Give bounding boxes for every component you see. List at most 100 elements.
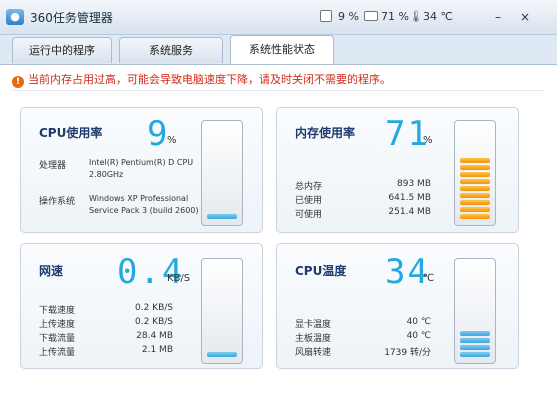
meter-segment [460, 317, 490, 322]
memory-available-value: 251.4 MB [388, 207, 431, 217]
window-title: 360任务管理器 [30, 11, 113, 25]
cpu-usage-unit: % [167, 135, 177, 146]
meter-segment [207, 144, 237, 149]
memory-used-value: 641.5 MB [388, 193, 431, 203]
gpu-temp-label: 显卡温度 [295, 320, 332, 330]
meter-segment [207, 207, 237, 212]
meter-segment [207, 289, 237, 294]
tab-running-programs[interactable]: 运行中的程序 [12, 37, 112, 63]
meter-segment [207, 186, 237, 191]
meter-segment [207, 275, 237, 280]
download-traffic-value: 28.4 MB [136, 331, 173, 341]
network-speed-meter [201, 258, 243, 364]
divider [12, 90, 545, 91]
cpu-temperature-unit: ℃ [423, 273, 435, 284]
meter-segment [207, 158, 237, 163]
memory-panel-title: 内存使用率 [295, 126, 356, 140]
gpu-temp-value: 40 ℃ [406, 317, 431, 327]
os-value: Windows XP Professional Service Pack 3 (… [89, 193, 199, 217]
meter-segment [460, 331, 490, 336]
cpu-usage-value: 9 [147, 114, 170, 154]
titlebar-temp-stat: 34 ℃ [423, 10, 453, 23]
meter-segment [460, 282, 490, 287]
network-speed-panel: 网速 0.4 KB/S 下载速度 0.2 KB/S 上传速度 0.2 KB/S … [20, 243, 263, 369]
upload-speed-label: 上传速度 [39, 320, 76, 330]
meter-segment [460, 158, 490, 163]
memory-total-value: 893 MB [397, 179, 431, 189]
cpu-chip-icon [320, 10, 332, 22]
warning-text: 当前内存占用过高，可能会导致电脑速度下降，请及时关闭不需要的程序。 [28, 73, 391, 86]
meter-segment [460, 165, 490, 170]
memory-usage-value: 71 [385, 114, 430, 154]
upload-traffic-value: 2.1 MB [141, 345, 173, 355]
meter-segment [460, 303, 490, 308]
meter-segment [460, 352, 490, 357]
board-temp-label: 主板温度 [295, 334, 332, 344]
tab-system-performance[interactable]: 系统性能状态 [230, 35, 334, 65]
titlebar-cpu-stat: 9 % [338, 10, 359, 23]
meter-segment [207, 165, 237, 170]
thermometer-icon: 🌡 [409, 10, 423, 23]
memory-usage-panel: 内存使用率 71 % 总内存 893 MB 已使用 641.5 MB 可使用 2… [276, 107, 519, 233]
upload-traffic-label: 上传流量 [39, 348, 76, 358]
meter-segment [207, 296, 237, 301]
minimize-button[interactable]: – [489, 9, 507, 25]
meter-segment [460, 214, 490, 219]
cpu-usage-panel: CPU使用率 9 % 处理器 Intel(R) Pentium(R) D CPU… [20, 107, 263, 233]
meter-segment [207, 310, 237, 315]
cpu-usage-meter [201, 120, 243, 226]
memory-usage-unit: % [423, 135, 433, 146]
meter-segment [207, 193, 237, 198]
performance-content: ! 当前内存占用过高，可能会导致电脑速度下降，请及时关闭不需要的程序。 CPU使用… [0, 64, 557, 401]
meter-segment [460, 186, 490, 191]
close-button[interactable]: × [516, 9, 534, 25]
processor-value: Intel(R) Pentium(R) D CPU 2.80GHz [89, 157, 193, 181]
fan-speed-value: 1739 转/分 [384, 348, 431, 358]
meter-segment [460, 144, 490, 149]
meter-segment [207, 172, 237, 177]
tab-system-services[interactable]: 系统服务 [119, 37, 223, 63]
meter-segment [207, 352, 237, 357]
meter-segment [207, 303, 237, 308]
meter-segment [460, 200, 490, 205]
title-bar: ● 360任务管理器 9 % 71 % 🌡 34 ℃ – × [0, 0, 557, 35]
warning-icon: ! [12, 76, 24, 88]
cpu-temperature-value: 34 [385, 252, 430, 292]
meter-segment [460, 324, 490, 329]
meter-segment [207, 338, 237, 343]
temperature-panel-title: CPU温度 [295, 264, 347, 278]
titlebar-memory-stat: 71 % [381, 10, 409, 23]
processor-label: 处理器 [39, 161, 67, 171]
memory-warning: ! 当前内存占用过高，可能会导致电脑速度下降，请及时关闭不需要的程序。 [12, 71, 391, 88]
processor-line-2: 2.80GHz [89, 170, 124, 179]
meter-segment [460, 172, 490, 177]
meter-segment [207, 324, 237, 329]
network-speed-value: 0.4 [117, 252, 185, 292]
meter-segment [460, 137, 490, 142]
network-speed-unit: KB/S [167, 273, 191, 284]
meter-segment [207, 345, 237, 350]
memory-total-label: 总内存 [295, 182, 323, 192]
download-speed-label: 下载速度 [39, 306, 76, 316]
meter-segment [460, 310, 490, 315]
meter-segment [207, 268, 237, 273]
meter-segment [460, 345, 490, 350]
meter-segment [207, 137, 237, 142]
meter-segment [207, 130, 237, 135]
os-line-2: Service Pack 3 (build 2600) [89, 206, 199, 215]
fan-speed-label: 风扇转速 [295, 348, 332, 358]
cpu-temperature-panel: CPU温度 34 ℃ 显卡温度 40 ℃ 主板温度 40 ℃ 风扇转速 1739… [276, 243, 519, 369]
meter-segment [207, 200, 237, 205]
tab-bar: 运行中的程序 系统服务 系统性能状态 [0, 34, 557, 65]
meter-segment [460, 179, 490, 184]
app-logo-icon: ● [6, 9, 24, 25]
meter-segment [460, 130, 490, 135]
temperature-meter [454, 258, 496, 364]
os-line-1: Windows XP Professional [89, 194, 189, 203]
meter-segment [207, 317, 237, 322]
meter-segment [460, 268, 490, 273]
meter-segment [460, 151, 490, 156]
meter-segment [460, 193, 490, 198]
meter-segment [460, 338, 490, 343]
meter-segment [207, 179, 237, 184]
